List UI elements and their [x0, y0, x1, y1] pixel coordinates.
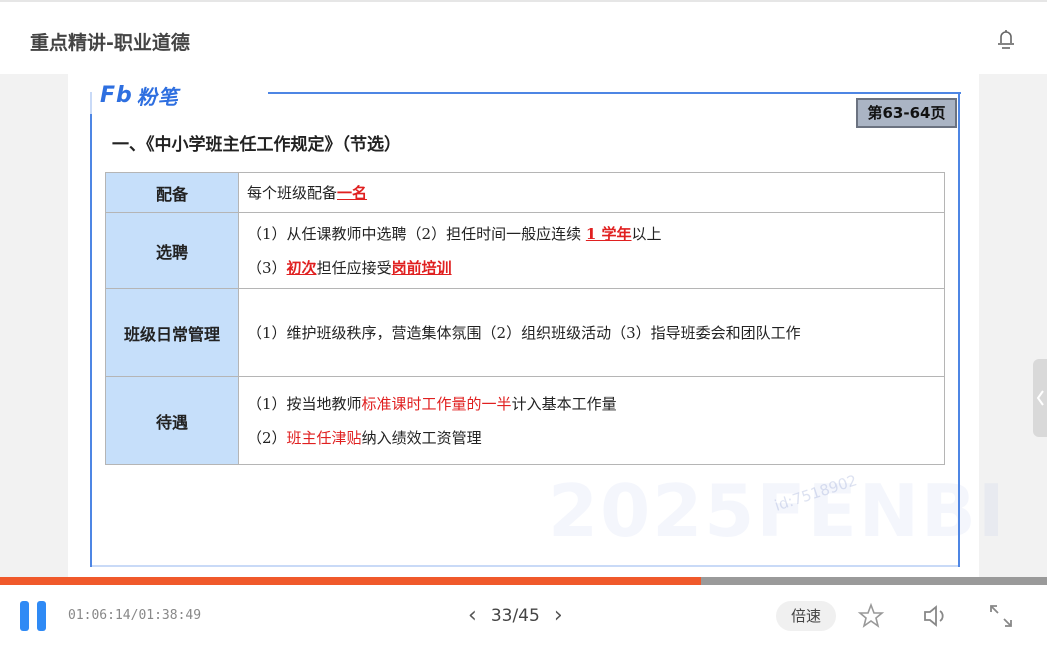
content-line: （1）按当地教师标准课时工作量的一半计入基本工作量: [247, 387, 936, 421]
content-line: （1）从任课教师中选聘（2）担任时间一般应连续 1 学年以上: [247, 217, 936, 251]
page-title: 重点精讲-职业道德: [30, 32, 190, 54]
logo-mark: Fb: [100, 82, 133, 108]
row-label: 选聘: [105, 212, 239, 289]
volume-icon[interactable]: [921, 602, 949, 630]
slide-heading: 一、《中小学班主任工作规定》（节选）: [112, 135, 401, 155]
text-segment: 计入基本工作量: [511, 394, 617, 413]
table-row: 选聘 （1）从任课教师中选聘（2）担任时间一般应连续 1 学年以上 （3）初次担任应…: [105, 212, 945, 289]
video-stage[interactable]: Fb 粉笔 第63-64页 一、《中小学班主任工作规定》（节选） 2025FEN…: [0, 74, 1047, 577]
highlight-text: 标准课时工作量的一半: [361, 394, 512, 413]
bell-icon[interactable]: [997, 28, 1015, 50]
content-line: （2）班主任津贴纳入绩效工资管理: [247, 421, 936, 455]
page-navigator: ‹ 33/45 ›: [468, 603, 563, 628]
top-bar: 重点精讲-职业道德: [0, 0, 1047, 74]
text-segment: （3）: [247, 258, 287, 277]
row-content: （1）按当地教师标准课时工作量的一半计入基本工作量 （2）班主任津贴纳入绩效工资管…: [238, 376, 945, 465]
frame-top-line: [268, 92, 961, 94]
slide: Fb 粉笔 第63-64页 一、《中小学班主任工作规定》（节选） 2025FEN…: [68, 74, 1005, 577]
star-icon[interactable]: [857, 602, 885, 630]
highlight-text: 班主任津贴: [286, 428, 362, 447]
side-collapse-tab[interactable]: [1033, 359, 1047, 437]
text-segment: （1）从任课教师中选聘（2）担任时间一般应连续: [247, 224, 586, 243]
prev-page-button[interactable]: ‹: [468, 603, 477, 628]
speed-button[interactable]: 倍速: [776, 601, 836, 631]
logo-text: 粉笔: [136, 84, 179, 109]
next-page-button[interactable]: ›: [554, 603, 563, 628]
row-content: （1）从任课教师中选聘（2）担任时间一般应连续 1 学年以上 （3）初次担任应接受…: [238, 212, 945, 289]
table-row: 配备 每个班级配备一名: [105, 172, 945, 213]
fenbi-logo: Fb 粉笔: [100, 82, 179, 109]
text-segment: 担任应接受: [316, 258, 392, 277]
progress-fill: [0, 577, 702, 585]
table-row: 班级日常管理 （1）维护班级秩序，营造集体氛围（2）组织班级活动（3）指导班委会和…: [105, 288, 945, 377]
row-label: 班级日常管理: [105, 288, 239, 377]
page-indicator: 33/45: [490, 605, 540, 626]
chevron-left-icon: [1036, 390, 1044, 406]
content-line: （1）维护班级秩序，营造集体氛围（2）组织班级活动（3）指导班委会和团队工作: [247, 316, 936, 350]
row-label: 待遇: [105, 376, 239, 465]
content-line: （3）初次担任应接受岗前培训: [247, 251, 936, 285]
highlight-text: 1 学年: [585, 224, 632, 243]
row-content: 每个班级配备一名: [238, 172, 945, 213]
player-controls: 01:06:14/01:38:49 ‹ 33/45 › 倍速: [0, 585, 1047, 646]
pause-button[interactable]: [20, 601, 46, 631]
fullscreen-icon[interactable]: [987, 602, 1015, 630]
content-line: 每个班级配备一名: [247, 176, 936, 210]
rules-table: 配备 每个班级配备一名 选聘 （1）从任课教师中选聘（2）担任时间一般应连续 1 学年…: [105, 172, 945, 465]
highlight-text: 一名: [337, 183, 368, 202]
row-label: 配备: [105, 172, 239, 213]
time-readout: 01:06:14/01:38:49: [68, 608, 202, 623]
text-segment: 以上: [631, 224, 662, 243]
highlight-text: 初次: [286, 258, 317, 277]
page-badge: 第63-64页: [856, 98, 957, 128]
frame-left-line: [90, 114, 92, 567]
text-segment: 每个班级配备: [247, 183, 338, 202]
table-row: 待遇 （1）按当地教师标准课时工作量的一半计入基本工作量 （2）班主任津贴纳入绩效工…: [105, 376, 945, 465]
row-content: （1）维护班级秩序，营造集体氛围（2）组织班级活动（3）指导班委会和团队工作: [238, 288, 945, 377]
progress-bar[interactable]: [0, 577, 1047, 585]
text-segment: 纳入绩效工资管理: [361, 428, 482, 447]
highlight-text: 岗前培训: [391, 258, 452, 277]
text-segment: （1）维护班级秩序，营造集体氛围（2）组织班级活动（3）指导班委会和团队工作: [247, 323, 801, 342]
text-segment: （2）: [247, 428, 287, 447]
text-segment: （1）按当地教师: [247, 394, 362, 413]
